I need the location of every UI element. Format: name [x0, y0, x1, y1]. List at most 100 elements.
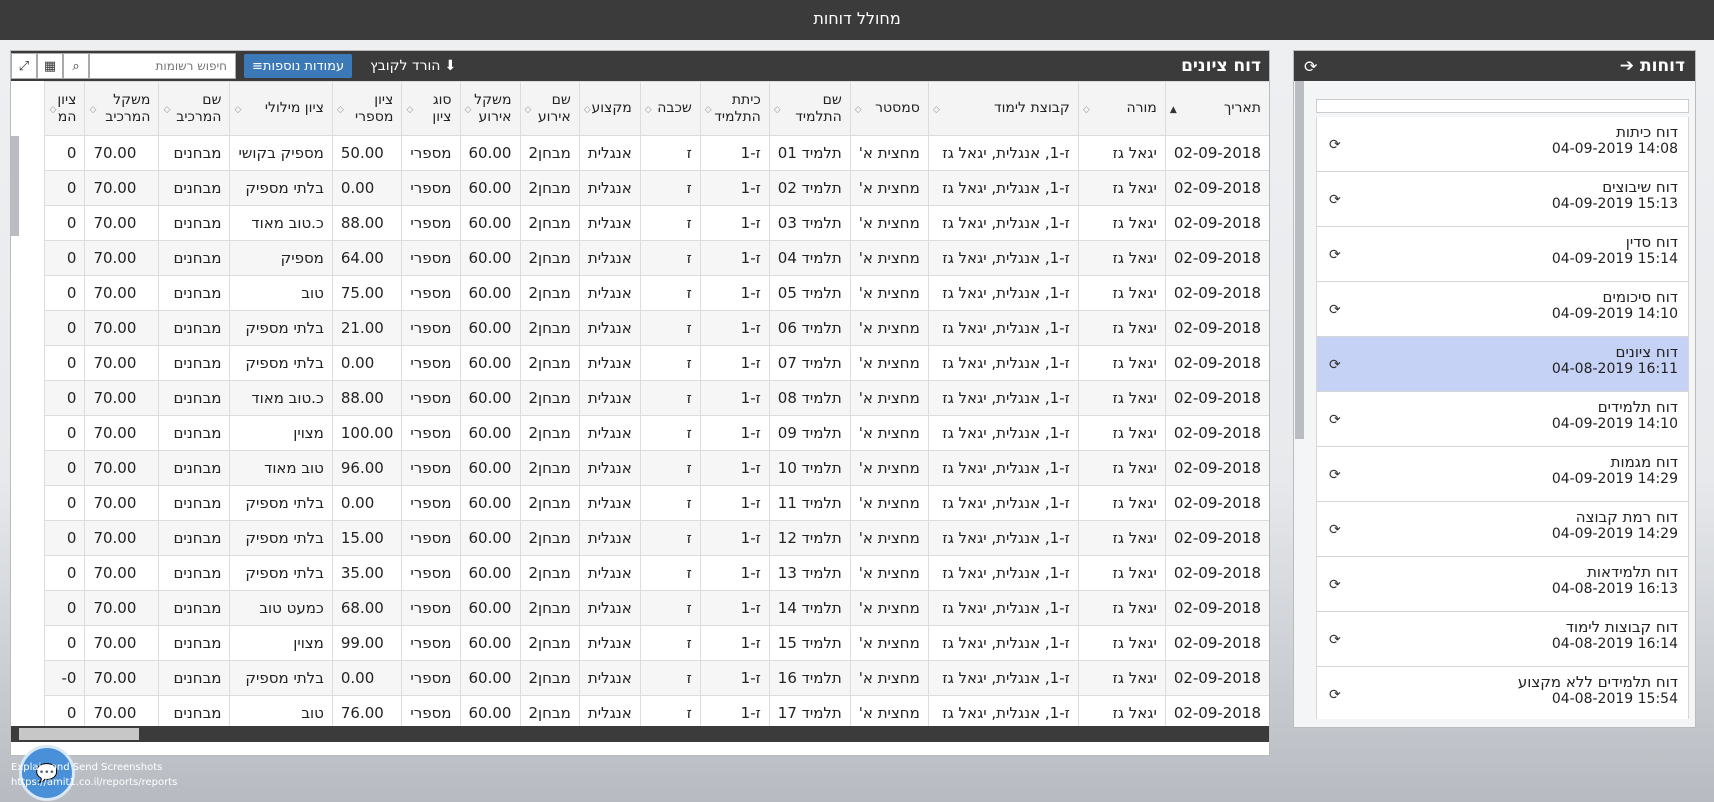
- table-cell: מספרי: [401, 660, 461, 696]
- table-cell: 0: [44, 415, 86, 451]
- table-row[interactable]: 02-09-2018 יגאל גז ז-1, אנגלית, יגאל גז מחצ…: [44, 450, 1269, 486]
- table-cell: תלמיד 16: [768, 660, 851, 696]
- grid-horizontal-scrollbar[interactable]: [11, 726, 1269, 742]
- table-row[interactable]: 02-09-2018 יגאל גז ז-1, אנגלית, יגאל גז מחצ…: [44, 345, 1269, 381]
- column-header[interactable]: ציון מילולי ◇: [229, 81, 333, 136]
- report-name: דוח תלמידים ללא מקצוע: [1517, 673, 1678, 691]
- footer-line2[interactable]: https://amit1.co.il/reports/reports: [11, 775, 177, 790]
- refresh-icon[interactable]: ⟳: [1329, 302, 1341, 318]
- report-item[interactable]: דוח כיתות 14:08 04-09-2019 ⟳: [1316, 117, 1689, 172]
- more-columns-button[interactable]: ≡ עמודות נוספות: [244, 54, 353, 78]
- sort-icon[interactable]: ◇: [465, 102, 472, 119]
- sort-icon[interactable]: ◇: [705, 102, 712, 119]
- report-item[interactable]: דוח שיבוצים 15:13 04-09-2019 ⟳: [1316, 172, 1689, 227]
- sort-icon[interactable]: ◇: [855, 102, 862, 119]
- column-header[interactable]: משקל המרכיב ◇: [84, 81, 160, 136]
- table-cell: מספרי: [401, 590, 461, 626]
- refresh-icon[interactable]: ⟳: [1329, 412, 1341, 428]
- sort-icon[interactable]: ◇: [163, 102, 170, 119]
- report-item[interactable]: דוח תלמידים 14:10 04-09-2019 ⟳: [1316, 392, 1689, 447]
- table-cell: 70.00: [84, 450, 160, 486]
- sort-icon[interactable]: ▲: [1170, 102, 1177, 119]
- reports-scrollbar[interactable]: [1295, 81, 1304, 439]
- table-cell: מחצית א': [849, 415, 929, 451]
- report-name: דוח מגמות: [1610, 453, 1678, 471]
- column-header[interactable]: ציון המ ◇: [44, 81, 86, 136]
- column-header-line1: שם: [202, 91, 222, 108]
- table-row[interactable]: 02-09-2018 יגאל גז ז-1, אנגלית, יגאל גז מחצ…: [44, 485, 1269, 521]
- refresh-icon[interactable]: ⟳: [1329, 467, 1341, 483]
- sort-icon[interactable]: ◇: [49, 102, 56, 119]
- refresh-icon[interactable]: ⟳: [1329, 632, 1341, 648]
- column-header[interactable]: כיתת התלמיד ◇: [699, 81, 770, 136]
- sort-icon[interactable]: ◇: [645, 102, 652, 119]
- column-header[interactable]: קבוצת לימוד ◇: [927, 81, 1079, 136]
- sort-icon[interactable]: ◇: [774, 102, 781, 119]
- column-header[interactable]: שם התלמיד ◇: [768, 81, 851, 136]
- table-row[interactable]: 02-09-2018 יגאל גז ז-1, אנגלית, יגאל גז מחצ…: [44, 625, 1269, 661]
- sort-icon[interactable]: ◇: [89, 102, 96, 119]
- table-row[interactable]: 02-09-2018 יגאל גז ז-1, אנגלית, יגאל גז מחצ…: [44, 240, 1269, 276]
- refresh-all-icon[interactable]: ⟳: [1304, 57, 1317, 76]
- refresh-icon[interactable]: ⟳: [1329, 192, 1341, 208]
- table-row[interactable]: 02-09-2018 יגאל גז ז-1, אנגלית, יגאל גז מחצ…: [44, 520, 1269, 556]
- horizontal-scroll-thumb[interactable]: [19, 728, 139, 740]
- refresh-icon[interactable]: ⟳: [1329, 137, 1341, 153]
- table-row[interactable]: 02-09-2018 יגאל גז ז-1, אנגלית, יגאל גז מחצ…: [44, 415, 1269, 451]
- table-row[interactable]: 02-09-2018 יגאל גז ז-1, אנגלית, יגאל גז מחצ…: [44, 205, 1269, 241]
- sort-icon[interactable]: ◇: [234, 102, 241, 119]
- column-header[interactable]: ציון מספרי ◇: [331, 81, 403, 136]
- sort-icon[interactable]: ◇: [525, 102, 532, 119]
- arrow-right-icon[interactable]: ➔: [1620, 56, 1634, 76]
- grid-vertical-scrollbar[interactable]: [11, 136, 19, 236]
- table-cell: מבחן2: [519, 450, 580, 486]
- report-item[interactable]: דוח ציונים 16:11 04-08-2019 ⟳: [1316, 337, 1689, 392]
- column-header[interactable]: תאריך ▲: [1164, 81, 1269, 136]
- table-cell: מספרי: [401, 555, 461, 591]
- refresh-icon[interactable]: ⟳: [1329, 522, 1341, 538]
- table-row[interactable]: 02-09-2018 יגאל גז ז-1, אנגלית, יגאל גז מחצ…: [44, 380, 1269, 416]
- sort-icon[interactable]: ◇: [1083, 102, 1090, 119]
- table-row[interactable]: 02-09-2018 יגאל גז ז-1, אנגלית, יגאל גז מחצ…: [44, 170, 1269, 206]
- refresh-icon[interactable]: ⟳: [1329, 687, 1341, 703]
- grid-view-icon[interactable]: ▦: [37, 53, 63, 79]
- column-header-line2: המ: [57, 108, 77, 125]
- refresh-icon[interactable]: ⟳: [1329, 357, 1341, 373]
- column-header[interactable]: מורה ◇: [1077, 81, 1166, 136]
- table-row[interactable]: 02-09-2018 יגאל גז ז-1, אנגלית, יגאל גז מחצ…: [44, 310, 1269, 346]
- column-header[interactable]: שם המרכיב ◇: [158, 81, 231, 136]
- refresh-icon[interactable]: ⟳: [1329, 247, 1341, 263]
- expand-icon[interactable]: ⤢: [11, 53, 37, 79]
- table-row[interactable]: 02-09-2018 יגאל גז ז-1, אנגלית, יגאל גז מחצ…: [44, 660, 1269, 696]
- report-item[interactable]: דוח תלמידאות 16:13 04-08-2019 ⟳: [1316, 557, 1689, 612]
- column-header[interactable]: שכבה ◇: [639, 81, 701, 136]
- table-cell: מחצית א': [849, 380, 929, 416]
- column-header[interactable]: סוג ציון ◇: [401, 81, 461, 136]
- column-header[interactable]: שם אירוע ◇: [519, 81, 580, 136]
- sort-icon[interactable]: ◇: [337, 102, 344, 119]
- table-row[interactable]: 02-09-2018 יגאל גז ז-1, אנגלית, יגאל גז מחצ…: [44, 695, 1269, 726]
- report-item[interactable]: דוח סדין 15:14 04-09-2019 ⟳: [1316, 227, 1689, 282]
- table-cell: 02-09-2018: [1164, 345, 1269, 381]
- search-icon[interactable]: ⌕: [63, 53, 89, 79]
- report-item[interactable]: דוח סיכומים 14:10 04-09-2019 ⟳: [1316, 282, 1689, 337]
- table-row[interactable]: 02-09-2018 יגאל גז ז-1, אנגלית, יגאל גז מחצ…: [44, 135, 1269, 171]
- download-button[interactable]: הורד לקובץ ⬇: [370, 58, 456, 74]
- column-header[interactable]: משקל אירוע ◇: [459, 81, 521, 136]
- search-input[interactable]: [89, 53, 236, 79]
- table-row[interactable]: 02-09-2018 יגאל גז ז-1, אנגלית, יגאל גז מחצ…: [44, 590, 1269, 626]
- table-cell: 02-09-2018: [1164, 310, 1269, 346]
- sort-icon[interactable]: ◇: [406, 102, 413, 119]
- table-row[interactable]: 02-09-2018 יגאל גז ז-1, אנגלית, יגאל גז מחצ…: [44, 275, 1269, 311]
- report-item[interactable]: דוח תלמידים ללא מקצוע 15:54 04-08-2019 ⟳: [1316, 667, 1689, 719]
- sort-icon[interactable]: ◇: [933, 102, 940, 119]
- report-name: דוח רמת קבוצה: [1575, 508, 1678, 526]
- report-item[interactable]: דוח מגמות 14:29 04-09-2019 ⟳: [1316, 447, 1689, 502]
- refresh-icon[interactable]: ⟳: [1329, 577, 1341, 593]
- report-item[interactable]: דוח קבוצות לימוד 16:14 04-08-2019 ⟳: [1316, 612, 1689, 667]
- column-header[interactable]: מקצוע ◇: [578, 81, 641, 136]
- column-header[interactable]: סמסטר ◇: [849, 81, 929, 136]
- sort-icon[interactable]: ◇: [584, 102, 591, 119]
- table-row[interactable]: 02-09-2018 יגאל גז ז-1, אנגלית, יגאל גז מחצ…: [44, 555, 1269, 591]
- report-item[interactable]: דוח רמת קבוצה 14:29 04-09-2019 ⟳: [1316, 502, 1689, 557]
